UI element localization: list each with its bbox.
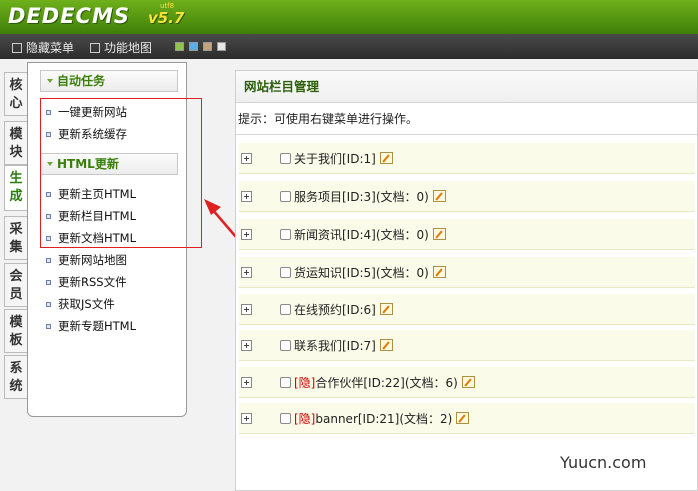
column-row[interactable]: 新闻资讯[ID:4](文档：0) (239, 219, 695, 250)
column-name: 合作伙伴[ID:22](文档：6) (315, 376, 458, 390)
annotation-highlight-box (40, 98, 202, 248)
collapse-triangle-icon (47, 79, 53, 83)
column-label[interactable]: 货运知识[ID:5](文档：0) (294, 264, 446, 281)
column-label[interactable]: 关于我们[ID:1] (294, 150, 393, 167)
edit-icon[interactable] (461, 376, 475, 388)
column-row[interactable]: 关于我们[ID:1] (239, 143, 695, 174)
menu-link-update-topic[interactable]: 更新专题HTML (46, 317, 136, 335)
column-name: banner[ID:21](文档：2) (315, 412, 453, 426)
column-row[interactable]: [隐]banner[ID:21](文档：2) (239, 403, 695, 434)
column-row[interactable]: 在线预约[ID:6] (239, 294, 695, 325)
logo: DEDECMS (8, 4, 130, 28)
column-label[interactable]: 联系我们[ID:7] (294, 337, 393, 354)
column-name: 货运知识[ID:5](文档：0) (294, 266, 429, 280)
hide-menu-label: 隐藏菜单 (26, 41, 75, 55)
expand-icon[interactable] (241, 267, 252, 278)
column-row[interactable]: 联系我们[ID:7] (239, 330, 695, 361)
column-row[interactable]: 货运知识[ID:5](文档：0) (239, 257, 695, 288)
expand-icon[interactable] (241, 413, 252, 424)
menu-group-title: 自动任务 (57, 74, 106, 88)
column-name: 新闻资讯[ID:4](文档：0) (294, 228, 429, 242)
row-checkbox[interactable] (280, 153, 291, 164)
logo-version: v5.7 (148, 9, 185, 27)
row-checkbox[interactable] (280, 304, 291, 315)
edit-icon[interactable] (379, 303, 393, 315)
column-name: 联系我们[ID:7] (294, 339, 376, 353)
row-checkbox[interactable] (280, 377, 291, 388)
column-name: 关于我们[ID:1] (294, 152, 376, 166)
row-checkbox[interactable] (280, 413, 291, 424)
tab-core[interactable]: 核心 (4, 72, 27, 116)
column-label[interactable]: 新闻资讯[ID:4](文档：0) (294, 226, 446, 243)
tab-modules[interactable]: 模块 (4, 121, 27, 165)
tab-system[interactable]: 系统 (4, 355, 27, 399)
column-label[interactable]: 服务项目[ID:3](文档：0) (294, 188, 446, 205)
row-checkbox[interactable] (280, 340, 291, 351)
menu-link-label: 更新网站地图 (58, 253, 127, 267)
menu-icon (12, 42, 22, 53)
bullet-icon (46, 324, 51, 329)
skin-swatch-brown[interactable] (203, 42, 212, 51)
menu-link-get-js[interactable]: 获取JS文件 (46, 295, 115, 313)
column-management-panel: 网站栏目管理 提示：可使用右键菜单进行操作。 关于我们[ID:1] 服务项目[I… (235, 70, 698, 491)
edit-icon[interactable] (456, 412, 470, 424)
expand-icon[interactable] (241, 229, 252, 240)
expand-icon[interactable] (241, 304, 252, 315)
skin-swatch-blue[interactable] (189, 42, 198, 51)
edit-icon[interactable] (432, 266, 446, 278)
expand-icon[interactable] (241, 377, 252, 388)
hidden-tag: [隐] (294, 376, 316, 390)
column-label[interactable]: [隐]banner[ID:21](文档：2) (294, 410, 470, 427)
column-row[interactable]: 服务项目[ID:3](文档：0) (239, 181, 695, 212)
function-map-label: 功能地图 (104, 41, 153, 55)
menu-link-update-sitemap[interactable]: 更新网站地图 (46, 251, 127, 269)
expand-icon[interactable] (241, 340, 252, 351)
tab-templates[interactable]: 模板 (4, 309, 27, 353)
row-checkbox[interactable] (280, 229, 291, 240)
menu-link-update-rss[interactable]: 更新RSS文件 (46, 273, 127, 291)
watermark: Yuucn.com (560, 453, 647, 472)
menu-link-label: 更新RSS文件 (58, 275, 127, 289)
column-name: 服务项目[ID:3](文档：0) (294, 190, 429, 204)
tab-members[interactable]: 会员 (4, 263, 27, 307)
expand-icon[interactable] (241, 191, 252, 202)
grid-icon (90, 42, 100, 53)
column-row[interactable]: [隐]合作伙伴[ID:22](文档：6) (239, 367, 695, 398)
row-checkbox[interactable] (280, 191, 291, 202)
arrow-head (204, 199, 221, 215)
bullet-icon (46, 280, 51, 285)
column-label[interactable]: 在线预约[ID:6] (294, 301, 393, 318)
column-label[interactable]: [隐]合作伙伴[ID:22](文档：6) (294, 374, 475, 391)
column-name: 在线预约[ID:6] (294, 303, 376, 317)
top-header: DEDECMS utf8 v5.7 (0, 0, 698, 34)
expand-icon[interactable] (241, 153, 252, 164)
function-map-button[interactable]: 功能地图 (90, 39, 152, 56)
menu-group-auto-tasks[interactable]: 自动任务 (40, 70, 178, 92)
toolbar: 隐藏菜单 功能地图 (0, 34, 698, 59)
menu-link-label: 获取JS文件 (58, 297, 115, 311)
menu-link-label: 更新专题HTML (58, 319, 137, 333)
tab-generate[interactable]: 生成 (4, 165, 27, 211)
tip-text: 提示：可使用右键菜单进行操作。 (236, 103, 697, 135)
skin-swatch-gray[interactable] (217, 42, 226, 51)
page-title: 网站栏目管理 (236, 71, 697, 103)
edit-icon[interactable] (379, 339, 393, 351)
skin-swatch-green[interactable] (175, 42, 184, 51)
edit-icon[interactable] (432, 190, 446, 202)
tab-collect[interactable]: 采集 (4, 216, 27, 260)
hidden-tag: [隐] (294, 412, 316, 426)
hide-menu-button[interactable]: 隐藏菜单 (12, 39, 74, 56)
edit-icon[interactable] (432, 228, 446, 240)
row-checkbox[interactable] (280, 267, 291, 278)
edit-icon[interactable] (379, 152, 393, 164)
bullet-icon (46, 258, 51, 263)
bullet-icon (46, 302, 51, 307)
